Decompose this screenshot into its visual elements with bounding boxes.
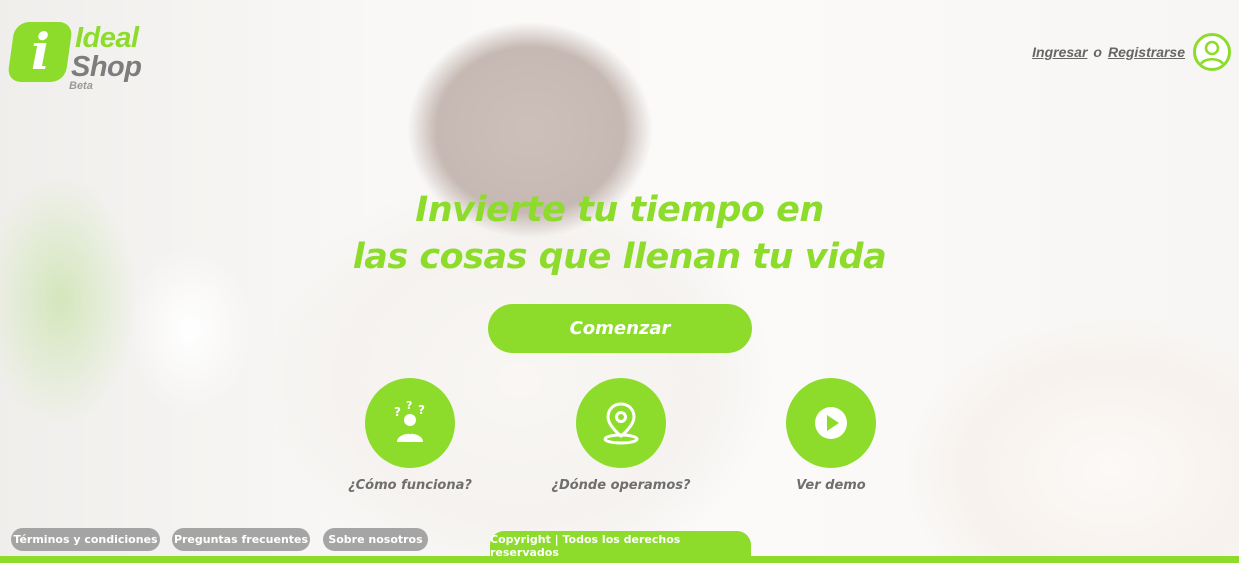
footer-accent-bar [0,556,1239,563]
logo-name-ideal: Ideal [75,22,139,54]
hero-headline-line2: las cosas que llenan tu vida [352,237,887,277]
feature-circle[interactable] [786,378,876,468]
terminos-link[interactable]: Términos y condiciones [11,528,160,551]
or-separator: o [1093,44,1102,60]
feature-como-funciona[interactable]: ? ? ? ¿Cómo funciona? [320,378,500,493]
svg-text:?: ? [394,405,401,419]
svg-text:?: ? [406,399,412,412]
feature-ver-demo[interactable]: Ver demo [741,378,921,493]
auth-links: Ingresar o Registrarse [1032,44,1185,60]
feature-donde-operamos[interactable]: ¿Dónde operamos? [531,378,711,493]
feature-circle[interactable]: ? ? ? [365,378,455,468]
register-link[interactable]: Registrarse [1108,44,1185,60]
login-link[interactable]: Ingresar [1032,44,1087,60]
logo-letter: i [30,22,50,81]
hero-headline-line1: Invierte tu tiempo en [415,190,824,230]
logo-name-shop: Shop [71,51,142,83]
user-circle-icon[interactable] [1193,33,1231,71]
idealshop-logo[interactable]: i Ideal Shop Beta [6,22,161,97]
svg-text:?: ? [418,403,425,417]
comenzar-button[interactable]: Comenzar [488,304,752,353]
feature-label[interactable]: Ver demo [741,478,921,493]
feature-circle[interactable] [576,378,666,468]
feature-label[interactable]: ¿Dónde operamos? [531,478,711,493]
feature-label[interactable]: ¿Cómo funciona? [320,478,500,493]
logo-beta-tag: Beta [69,80,93,92]
logo-badge: i [6,22,74,82]
map-pin-icon [603,402,639,445]
sobre-nosotros-link[interactable]: Sobre nosotros [323,528,428,551]
play-icon [815,407,847,439]
question-person-icon: ? ? ? [394,399,425,442]
preguntas-frecuentes-link[interactable]: Preguntas frecuentes [172,528,310,551]
